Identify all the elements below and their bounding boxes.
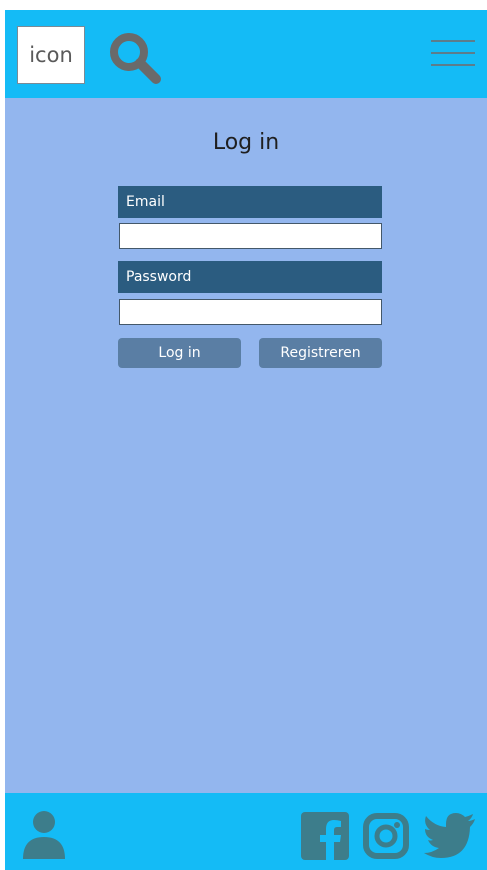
page-title: Log in [212, 130, 280, 155]
email-label: Email [118, 186, 382, 218]
logo-placeholder[interactable]: icon [17, 26, 85, 84]
email-field[interactable] [119, 223, 382, 249]
logo-text: icon [29, 43, 73, 67]
search-button[interactable] [105, 28, 165, 88]
app-frame: icon Log in Email Password Log in Regist… [5, 10, 487, 870]
password-label: Password [118, 261, 382, 293]
register-button[interactable]: Registreren [259, 338, 382, 368]
twitter-icon[interactable] [423, 813, 477, 859]
hamburger-menu-icon[interactable] [431, 40, 475, 68]
facebook-icon[interactable] [301, 812, 349, 860]
user-icon[interactable] [21, 809, 67, 861]
instagram-icon[interactable] [362, 812, 410, 860]
menu-line [431, 64, 475, 66]
menu-line [431, 52, 475, 54]
top-bar: icon [5, 10, 487, 98]
bottom-bar [5, 793, 487, 870]
search-icon [110, 33, 161, 84]
menu-line [431, 40, 475, 42]
login-button[interactable]: Log in [118, 338, 241, 368]
password-field[interactable] [119, 299, 382, 325]
